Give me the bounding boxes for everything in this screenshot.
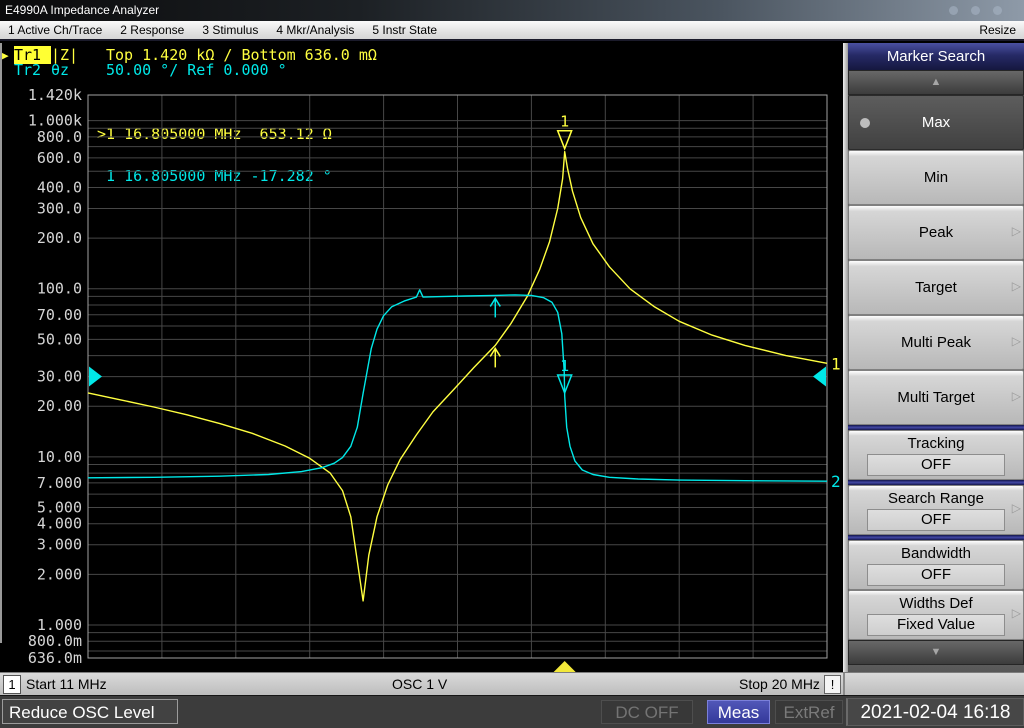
softkey-value: OFF bbox=[867, 454, 1005, 476]
external-reference-status: ExtRef bbox=[775, 700, 843, 724]
softkey-tracking[interactable]: TrackingOFF bbox=[848, 430, 1024, 480]
channel-status-row: 1 Start 11 MHz OSC 1 V Stop 20 MHz ! bbox=[0, 672, 1024, 695]
y-tick-label: 30.00 bbox=[37, 368, 82, 386]
maximize-icon[interactable] bbox=[971, 6, 980, 15]
submenu-arrow-icon: ▷ bbox=[1012, 606, 1021, 620]
softkey-label: Bandwidth bbox=[849, 544, 1023, 563]
menu-item-4[interactable]: 4 Mkr/Analysis bbox=[276, 23, 354, 37]
softkey-label: Peak bbox=[849, 223, 1023, 242]
menu-item-3[interactable]: 3 Stimulus bbox=[202, 23, 258, 37]
menu-item-1[interactable]: 1 Active Ch/Trace bbox=[8, 23, 102, 37]
menu-bar: 1 Active Ch/Trace 2 Response 3 Stimulus 4 M… bbox=[0, 21, 1024, 41]
y-tick-label: 3.000 bbox=[37, 536, 82, 554]
y-tick-label: 100.0 bbox=[37, 280, 82, 298]
softkey-search-range[interactable]: Search RangeOFF ▷ bbox=[848, 485, 1024, 535]
softkey-bandwidth[interactable]: BandwidthOFF bbox=[848, 540, 1024, 590]
y-tick-label: 800.0m bbox=[28, 632, 82, 650]
submenu-arrow-icon: ▷ bbox=[1012, 334, 1021, 348]
marker-1-number[interactable]: 1 bbox=[560, 113, 569, 131]
ref-level-arrow-left-icon[interactable] bbox=[89, 367, 102, 387]
menu-item-5[interactable]: 5 Instr State bbox=[372, 23, 437, 37]
softkey-label: Multi Peak bbox=[849, 333, 1023, 352]
y-tick-label: 636.0m bbox=[28, 649, 82, 667]
close-icon[interactable] bbox=[993, 6, 1002, 15]
menu-item-2[interactable]: 2 Response bbox=[120, 23, 184, 37]
softkey-widths-def[interactable]: Widths DefFixed Value ▷ bbox=[848, 590, 1024, 640]
softkey-label: Tracking bbox=[849, 434, 1023, 453]
softkey-label: Target bbox=[849, 278, 1023, 297]
softkey-value: OFF bbox=[867, 509, 1005, 531]
y-tick-label: 300.0 bbox=[37, 200, 82, 218]
scroll-up-button[interactable]: ▲ bbox=[848, 70, 1024, 95]
y-tick-label: 2.000 bbox=[37, 565, 82, 583]
minimize-icon[interactable] bbox=[949, 6, 958, 15]
y-tick-label: 4.000 bbox=[37, 515, 82, 533]
scroll-down-button[interactable]: ▼ bbox=[848, 640, 1024, 665]
softkey-label: Search Range bbox=[849, 489, 1023, 508]
softkey-label: Multi Target bbox=[849, 388, 1023, 407]
ref-level-arrow-right-icon[interactable] bbox=[813, 367, 826, 387]
y-tick-label: 10.00 bbox=[37, 448, 82, 466]
y-tick-label: 400.0 bbox=[37, 179, 82, 197]
status-message: Reduce OSC Level bbox=[2, 699, 178, 724]
measurement-status: Meas bbox=[707, 700, 770, 724]
y-tick-label: 1.000k bbox=[28, 112, 82, 130]
start-frequency-label: Start 11 MHz bbox=[26, 676, 107, 692]
y-tick-label: 800.0 bbox=[37, 128, 82, 146]
y-tick-label: 1.420k bbox=[28, 86, 82, 104]
softkey-menu-title: Marker Search bbox=[848, 43, 1024, 70]
stimulus-marker-icon[interactable] bbox=[552, 661, 578, 672]
y-tick-label: 70.00 bbox=[37, 306, 82, 324]
channel-number-badge: 1 bbox=[3, 675, 21, 694]
y-tick-label: 200.0 bbox=[37, 229, 82, 247]
softkey-value: Fixed Value bbox=[867, 614, 1005, 636]
warning-indicator: ! bbox=[824, 675, 841, 694]
radio-dot-icon bbox=[860, 118, 870, 128]
y-tick-label: 5.000 bbox=[37, 498, 82, 516]
softkey-multi-target[interactable]: Multi Target▷ bbox=[848, 370, 1024, 425]
instrument-screen: ▶ Tr1 |Z| Top 1.420 kΩ / Bottom 636.0 mΩ… bbox=[0, 43, 848, 672]
softkey-label: Widths Def bbox=[849, 594, 1023, 613]
softkey-multi-peak[interactable]: Multi Peak▷ bbox=[848, 315, 1024, 370]
softkey-max[interactable]: Max bbox=[848, 95, 1024, 150]
trace-end-label: 1 bbox=[831, 354, 841, 373]
dc-bias-status: DC OFF bbox=[601, 700, 693, 724]
datetime-display: 2021-02-04 16:18 bbox=[846, 698, 1024, 726]
menu-item-resize[interactable]: Resize bbox=[979, 23, 1016, 37]
window-title: E4990A Impedance Analyzer bbox=[5, 3, 159, 17]
submenu-arrow-icon: ▷ bbox=[1012, 224, 1021, 238]
y-tick-label: 600.0 bbox=[37, 149, 82, 167]
y-tick-label: 50.00 bbox=[37, 330, 82, 348]
softkey-peak[interactable]: Peak▷ bbox=[848, 205, 1024, 260]
marker-1-number[interactable]: 1 bbox=[560, 357, 569, 375]
channel-row-divider bbox=[843, 673, 845, 695]
submenu-arrow-icon: ▷ bbox=[1012, 501, 1021, 515]
softkey-label: Max bbox=[849, 113, 1023, 132]
osc-level-label: OSC 1 V bbox=[392, 676, 447, 692]
marker-1-triangle-icon[interactable] bbox=[558, 131, 572, 149]
title-bar: E4990A Impedance Analyzer bbox=[0, 0, 1024, 21]
application-window: E4990A Impedance Analyzer 1 Active Ch/Tr… bbox=[0, 0, 1024, 728]
softkey-menu: Marker Search ▲ MaxMinPeak▷Target▷Multi … bbox=[848, 43, 1024, 695]
softkey-min[interactable]: Min bbox=[848, 150, 1024, 205]
softkey-label: Min bbox=[849, 168, 1023, 187]
y-tick-label: 7.000 bbox=[37, 474, 82, 492]
graph-area: 1.420k 1.000k800.0 600.0 400.0 300.0 200.0 100… bbox=[0, 43, 848, 672]
submenu-arrow-icon: ▷ bbox=[1012, 279, 1021, 293]
softkey-target[interactable]: Target▷ bbox=[848, 260, 1024, 315]
softkey-value: OFF bbox=[867, 564, 1005, 586]
submenu-arrow-icon: ▷ bbox=[1012, 389, 1021, 403]
y-tick-label: 20.00 bbox=[37, 397, 82, 415]
instrument-status-bar: Reduce OSC Level DC OFF Meas ExtRef 2021… bbox=[0, 695, 1024, 728]
trace-end-label: 2 bbox=[831, 472, 841, 491]
stop-frequency-label: Stop 20 MHz bbox=[739, 676, 820, 692]
